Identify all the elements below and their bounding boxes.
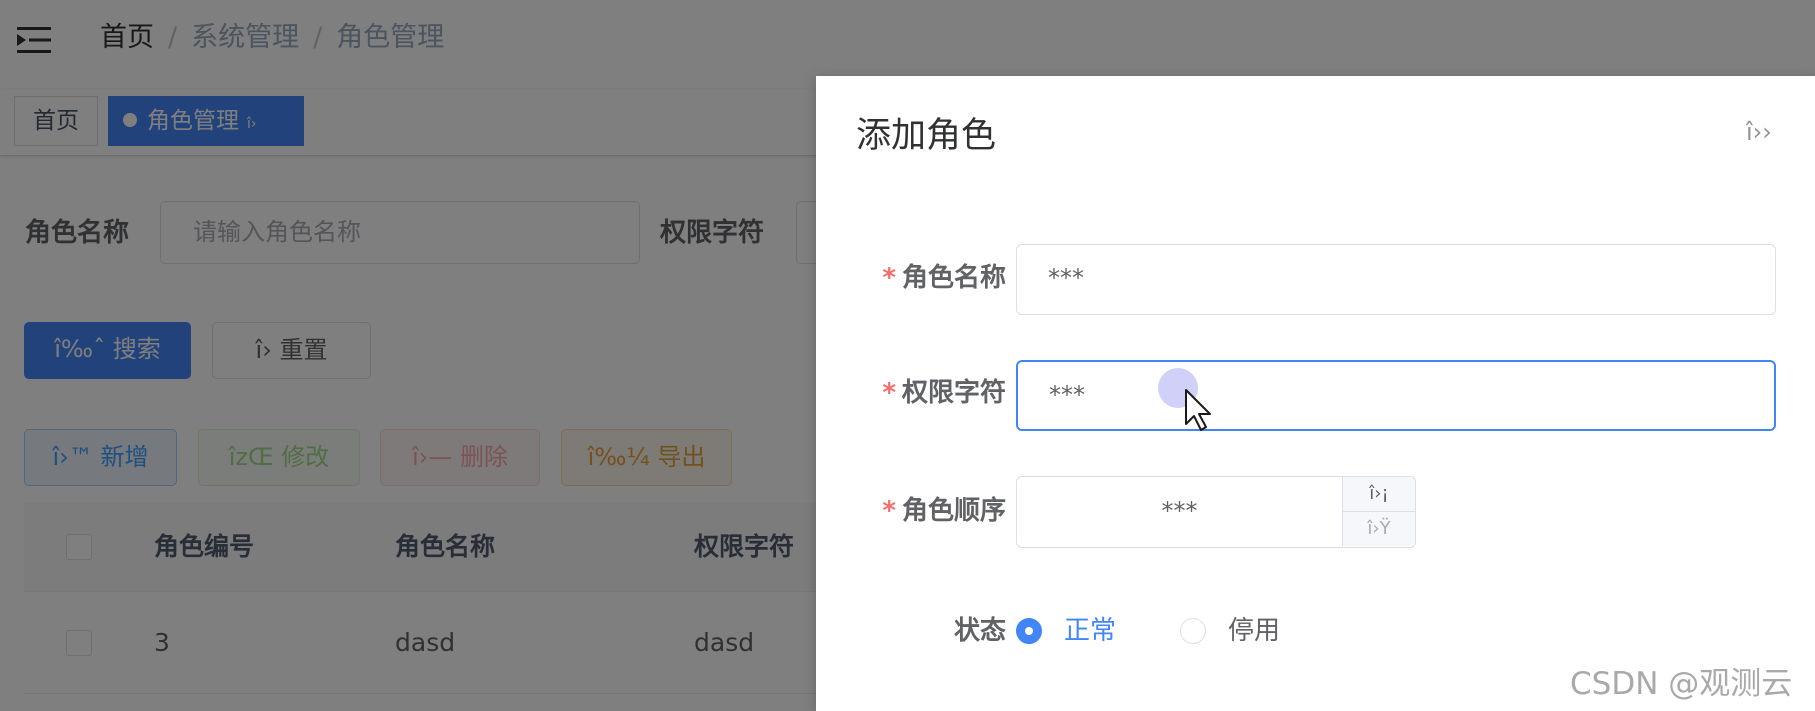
- form-label-role-name: * 角色名称: [856, 261, 1006, 295]
- label-text: 角色顺序: [901, 496, 1006, 526]
- mouse-cursor-icon: [1158, 368, 1211, 431]
- required-mark: *: [882, 378, 896, 408]
- watermark: CSDN @观测云: [1570, 666, 1793, 702]
- role-name-field[interactable]: ***: [1016, 244, 1776, 315]
- form-label-perm: * 权限字符: [856, 376, 1006, 410]
- app-root: 首页/系统管理/角色管理 首页 角色管理î› 角色名称 请输入角色名称 权限字符…: [0, 0, 1815, 711]
- radio-circle-icon: [1016, 618, 1042, 644]
- label-text: 角色名称: [901, 263, 1006, 293]
- perm-field[interactable]: ***: [1016, 360, 1776, 431]
- form-label-order: * 角色顺序: [856, 494, 1006, 528]
- order-value[interactable]: ***: [1017, 477, 1342, 546]
- radio-circle-icon: [1180, 618, 1206, 644]
- radio-label: 正常: [1064, 616, 1117, 646]
- stepper-buttons: î›¡ î›Ÿ: [1342, 477, 1415, 546]
- form-label-status: 状态: [953, 616, 1006, 646]
- radio-label: 停用: [1228, 616, 1281, 646]
- required-mark: *: [882, 496, 896, 526]
- stepper-down-icon[interactable]: î›Ÿ: [1343, 512, 1415, 546]
- close-icon[interactable]: î››: [1746, 118, 1772, 146]
- required-mark: *: [882, 263, 896, 293]
- label-text: 权限字符: [901, 378, 1006, 408]
- order-stepper: *** î›¡ î›Ÿ: [1016, 476, 1416, 548]
- dialog-title: 添加角色: [856, 116, 997, 156]
- stepper-up-icon[interactable]: î›¡: [1343, 477, 1415, 512]
- add-role-dialog: 添加角色 î›› * 角色名称 *** * 权限字符 *** * 角色顺序 *** î…: [816, 76, 1815, 711]
